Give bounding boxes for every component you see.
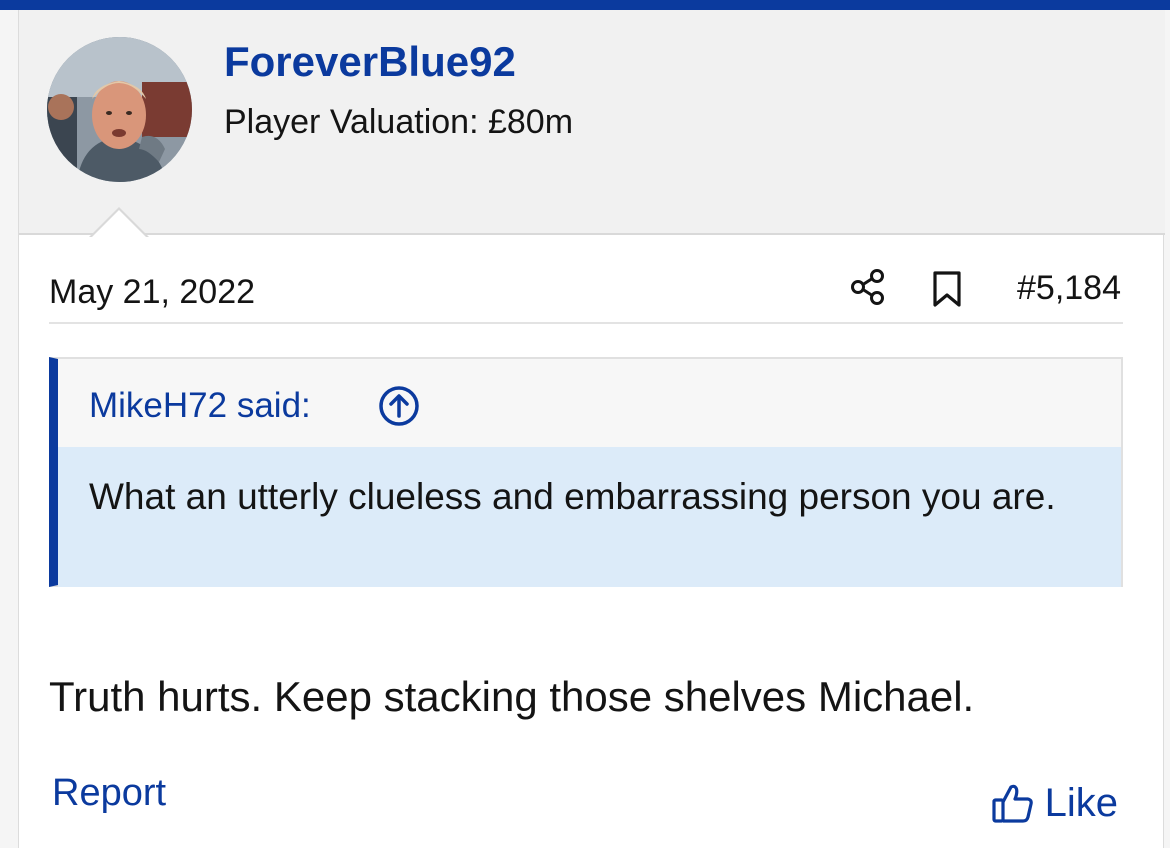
thumbs-up-icon [992, 784, 1033, 823]
quote-text: What an utterly clueless and embarrassin… [89, 476, 1056, 517]
post-date[interactable]: May 21, 2022 [49, 273, 255, 312]
like-button[interactable]: Like [991, 778, 1118, 828]
post-number[interactable]: #5,184 [1017, 269, 1121, 308]
arrow-up-circle-icon[interactable] [378, 385, 420, 427]
user-title: Player Valuation: £80m [224, 103, 574, 141]
quote-header: MikeH72 said: [58, 359, 1121, 447]
quote-body: What an utterly clueless and embarrassin… [58, 447, 1121, 587]
post-message: Truth hurts. Keep stacking those shelves… [49, 673, 975, 720]
post-user-header: ForeverBlue92 Player Valuation: £80m [19, 10, 1165, 235]
bookmark-icon[interactable] [929, 270, 965, 308]
forum-post: ForeverBlue92 Player Valuation: £80m May… [18, 10, 1165, 848]
like-label: Like [1044, 780, 1118, 825]
share-icon[interactable] [849, 268, 887, 306]
quote-block: MikeH72 said: What an utterly clueless a… [49, 357, 1123, 587]
quote-author[interactable]: MikeH72 said: [89, 386, 311, 426]
top-accent-bar [0, 0, 1170, 10]
report-link[interactable]: Report [52, 772, 166, 815]
avatar[interactable] [47, 37, 192, 182]
username[interactable]: ForeverBlue92 [224, 38, 516, 86]
post-meta-row: May 21, 2022 #5,184 [49, 260, 1123, 324]
avatar-photo [47, 37, 192, 182]
header-pointer [89, 207, 149, 238]
